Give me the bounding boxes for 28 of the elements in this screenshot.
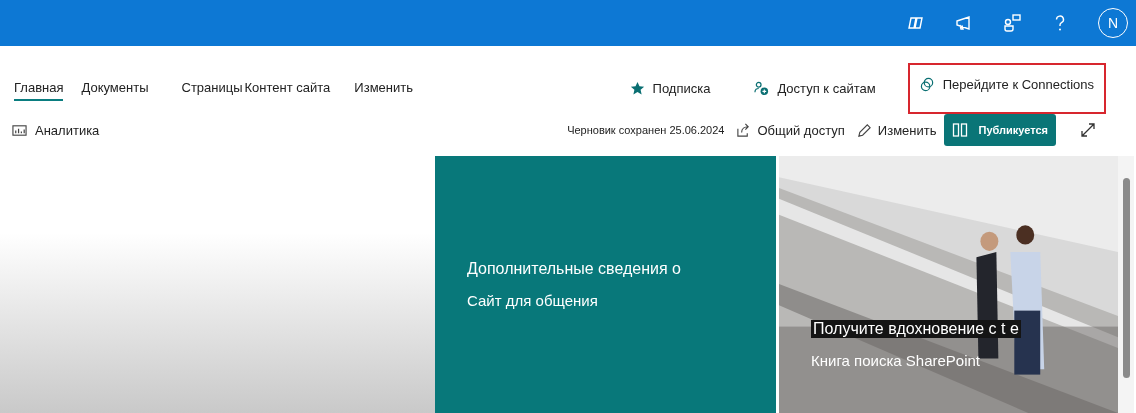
tile-title: Получите вдохновение с t e [811,320,1021,338]
connections-icon [919,76,935,92]
nav-tab[interactable]: Документы [81,75,149,101]
expand-icon[interactable] [1080,122,1096,138]
pencil-icon [856,122,872,138]
people-add-icon [754,80,770,96]
tile-title: Дополнительные сведения о [467,260,681,278]
share-icon [736,122,752,138]
publish-button[interactable]: Публикуется [944,114,1056,146]
panels-icon [952,122,969,138]
draft-status: Черновик сохранен 25.06.2024 [567,124,725,136]
action-link[interactable]: Доступ к сайтам [777,80,876,96]
edit-button[interactable]: Изменить [852,122,941,138]
nav-tab[interactable]: Главная [14,75,64,101]
promo-tile[interactable]: Дополнительные сведения о Сайт для общения [435,156,779,413]
action-link[interactable]: Подписка [652,80,711,96]
chart-icon [12,122,27,138]
shapes-icon[interactable] [1002,13,1022,33]
tile-subtitle: Книга поиска SharePoint [811,352,981,369]
nav-tab[interactable]: Контент сайта [244,75,331,101]
action-link[interactable]: Перейдите к Connections [942,76,1094,92]
tile-subtitle: Сайт для общения [467,292,599,309]
analytics-link[interactable]: Аналитика [35,122,100,138]
scrollbar[interactable] [1118,156,1134,413]
share-button[interactable]: Общий доступ [732,122,849,138]
star-icon [629,80,645,96]
nav-tab[interactable]: Изменить [354,75,413,101]
nav-tab[interactable]: Страницы [181,75,243,101]
